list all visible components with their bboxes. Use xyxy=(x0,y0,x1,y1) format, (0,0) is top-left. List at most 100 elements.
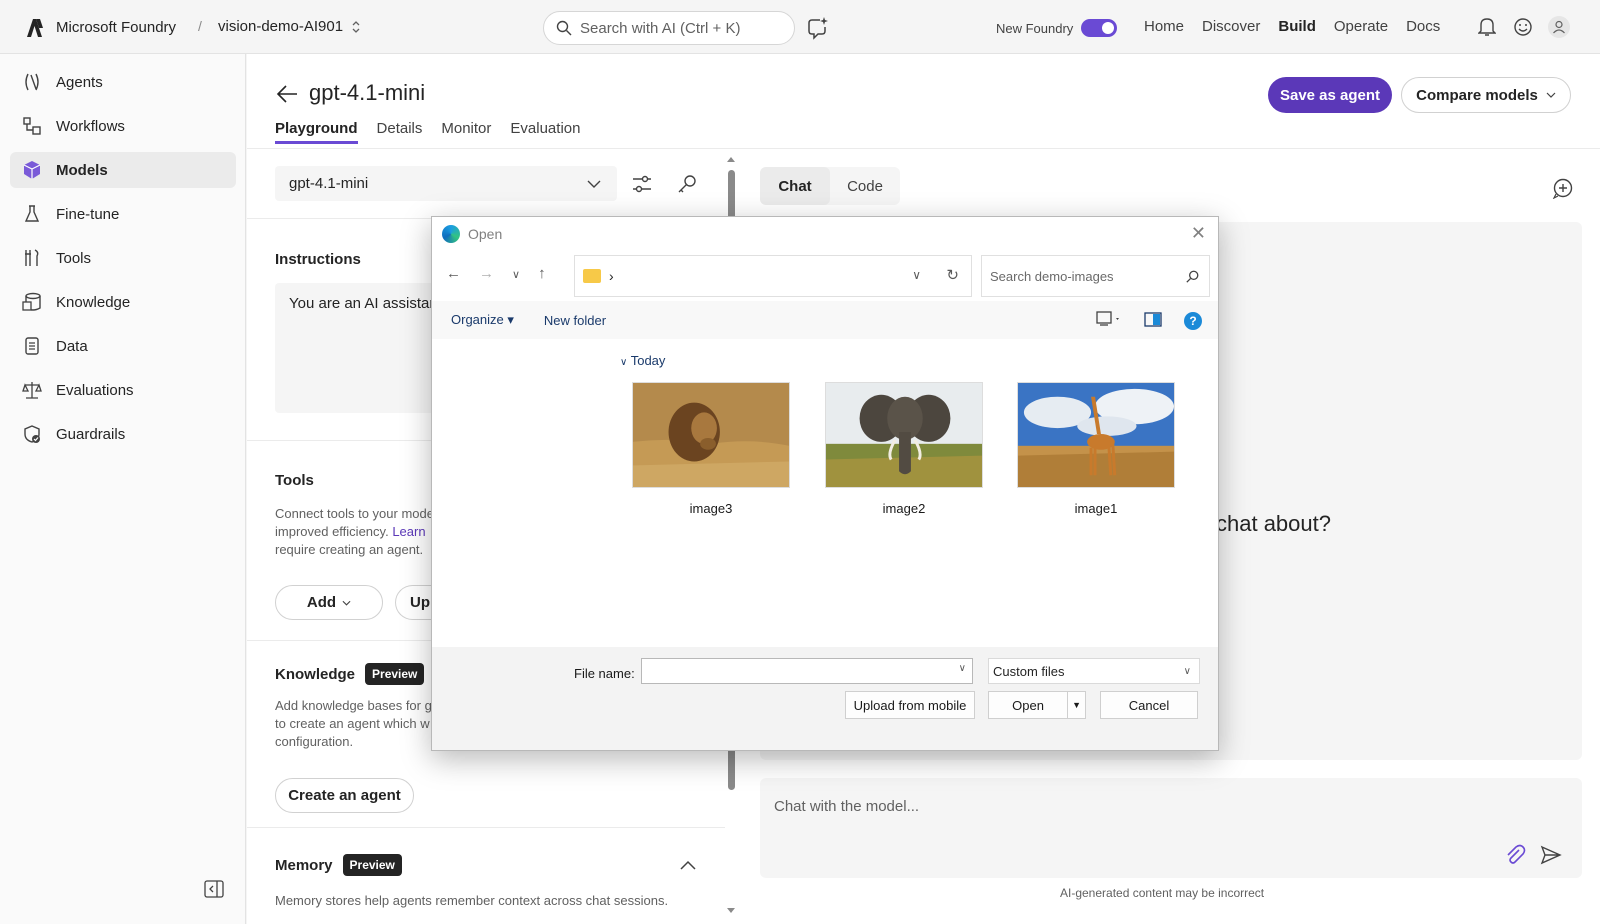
bell-icon[interactable] xyxy=(1476,16,1498,38)
refresh-icon[interactable]: ↻ xyxy=(946,266,959,284)
view-mode-icon[interactable] xyxy=(1096,311,1122,330)
new-foundry-toggle[interactable]: New Foundry xyxy=(996,19,1118,37)
tab-monitor[interactable]: Monitor xyxy=(441,120,491,144)
back-arrow-icon[interactable] xyxy=(276,84,298,104)
tab-chat[interactable]: Chat xyxy=(760,167,830,205)
knowledge-icon xyxy=(22,292,41,311)
attach-icon[interactable] xyxy=(1504,844,1526,866)
sidebar-item-label: Agents xyxy=(56,73,103,91)
sidebar-item-tools[interactable]: Tools xyxy=(10,240,236,276)
nav-discover[interactable]: Discover xyxy=(1202,18,1260,35)
chat-input[interactable]: Chat with the model... xyxy=(760,778,1582,878)
create-agent-button[interactable]: Create an agent xyxy=(275,778,414,813)
sidebar-item-label: Fine-tune xyxy=(56,205,120,223)
send-icon[interactable] xyxy=(1540,844,1562,866)
preview-pane-icon[interactable] xyxy=(1144,311,1162,330)
agents-icon xyxy=(25,73,39,91)
sidebar-item-label: Models xyxy=(56,161,108,179)
organize-menu[interactable]: Organize ▾ xyxy=(451,312,514,328)
chat-empty-prompt: chat about? xyxy=(1216,511,1331,536)
open-button[interactable]: Open ▼ xyxy=(988,691,1086,719)
file-thumbnail[interactable]: image1 xyxy=(1016,382,1176,516)
address-dropdown-icon[interactable]: ∨ xyxy=(912,268,921,282)
header-divider xyxy=(247,148,1600,149)
close-icon[interactable]: ✕ xyxy=(1191,223,1206,244)
memory-label: Memory xyxy=(275,856,333,874)
tools-desc-line-2: improved efficiency. Learn xyxy=(275,523,434,541)
nav-docs[interactable]: Docs xyxy=(1406,18,1440,35)
tab-evaluation[interactable]: Evaluation xyxy=(510,120,580,144)
top-icons xyxy=(1476,16,1570,38)
chevron-up-icon[interactable] xyxy=(680,860,696,870)
file-type-select[interactable]: Custom files ∨ xyxy=(988,658,1200,684)
model-select[interactable]: gpt-4.1-mini xyxy=(275,166,617,201)
back-icon[interactable]: ← xyxy=(446,265,461,282)
forward-icon[interactable]: → xyxy=(479,265,494,282)
upload-button[interactable]: Upl xyxy=(395,585,434,620)
sidebar-item-data[interactable]: Data xyxy=(10,328,236,364)
key-icon[interactable] xyxy=(676,173,698,195)
memory-header: Memory Preview xyxy=(275,854,402,876)
nav-operate[interactable]: Operate xyxy=(1334,18,1388,35)
recent-chevron-icon[interactable]: ∨ xyxy=(512,265,520,282)
new-folder-button[interactable]: New folder xyxy=(544,313,606,328)
preview-badge: Preview xyxy=(365,663,425,685)
search-placeholder: Search with AI (Ctrl + K) xyxy=(580,19,741,37)
new-foundry-label: New Foundry xyxy=(996,20,1074,36)
knowledge-header: Knowledge Preview xyxy=(275,663,425,685)
help-icon[interactable]: ? xyxy=(1184,311,1202,330)
chat-code-switch: Chat Code xyxy=(760,167,900,205)
ai-disclaimer: AI-generated content may be incorrect xyxy=(1060,886,1265,900)
smiley-icon[interactable] xyxy=(1512,16,1534,38)
instructions-textarea[interactable]: You are an AI assistar xyxy=(275,283,435,413)
nav-build[interactable]: Build xyxy=(1278,18,1316,35)
search-input[interactable]: Search with AI (Ctrl + K) xyxy=(543,11,795,45)
sidebar-item-guardrails[interactable]: Guardrails xyxy=(10,416,236,452)
file-thumbnail[interactable]: image3 xyxy=(631,382,791,516)
sidebar-item-evaluations[interactable]: Evaluations xyxy=(10,372,236,408)
project-switcher[interactable]: vision-demo-AI901 xyxy=(218,18,361,35)
cancel-button[interactable]: Cancel xyxy=(1100,691,1198,719)
learn-link[interactable]: Learn xyxy=(392,524,425,539)
model-select-value: gpt-4.1-mini xyxy=(289,175,369,192)
new-chat-icon[interactable] xyxy=(1552,177,1574,199)
save-as-agent-button[interactable]: Save as agent xyxy=(1268,77,1392,113)
sidebar-item-workflows[interactable]: Workflows xyxy=(10,108,236,144)
chevron-down-icon[interactable]: ∨ xyxy=(959,663,966,674)
sidebar-item-knowledge[interactable]: Knowledge xyxy=(10,284,236,320)
parameters-icon[interactable] xyxy=(631,173,653,195)
file-name: image1 xyxy=(1074,501,1118,516)
brand[interactable]: Microsoft Foundry xyxy=(24,16,176,38)
address-bar[interactable]: › ∨ ↻ xyxy=(574,255,972,297)
sidebar-item-fine-tune[interactable]: Fine-tune xyxy=(10,196,236,232)
file-type-value: Custom files xyxy=(993,663,1065,679)
file-name-input[interactable]: ∨ xyxy=(641,658,973,684)
upload-from-mobile-button[interactable]: Upload from mobile xyxy=(845,691,975,719)
up-arrow-icon[interactable]: ↑ xyxy=(538,265,546,282)
search-icon xyxy=(556,20,572,36)
dialog-titlebar: Open xyxy=(442,225,502,243)
add-tool-button[interactable]: Add xyxy=(275,585,383,620)
tools-description: Connect tools to your mode improved effi… xyxy=(275,505,434,559)
sidebar-item-models[interactable]: Models xyxy=(10,152,236,188)
file-name-label: File name: xyxy=(574,666,635,681)
toggle-switch[interactable] xyxy=(1081,19,1118,37)
group-label: Today xyxy=(630,353,666,368)
page-tabs: Playground Details Monitor Evaluation xyxy=(275,120,580,144)
tab-code[interactable]: Code xyxy=(830,167,900,205)
tab-details[interactable]: Details xyxy=(377,120,423,144)
knowledge-description: Add knowledge bases for g to create an a… xyxy=(275,697,432,751)
collapse-sidebar-icon[interactable] xyxy=(204,880,224,898)
ai-chat-icon[interactable] xyxy=(804,15,830,41)
nav-home[interactable]: Home xyxy=(1144,18,1184,35)
avatar-icon[interactable] xyxy=(1548,16,1570,38)
open-dropdown-icon[interactable]: ▼ xyxy=(1067,692,1085,718)
compare-models-button[interactable]: Compare models xyxy=(1401,77,1571,113)
tab-playground[interactable]: Playground xyxy=(275,120,358,144)
instructions-label: Instructions xyxy=(275,251,361,268)
file-thumbnail[interactable]: image2 xyxy=(824,382,984,516)
sidebar-item-agents[interactable]: Agents xyxy=(10,64,236,100)
dialog-search-input[interactable]: Search demo-images xyxy=(981,255,1210,297)
organize-label: Organize xyxy=(451,312,504,327)
group-today[interactable]: ∨ Today xyxy=(620,353,665,368)
